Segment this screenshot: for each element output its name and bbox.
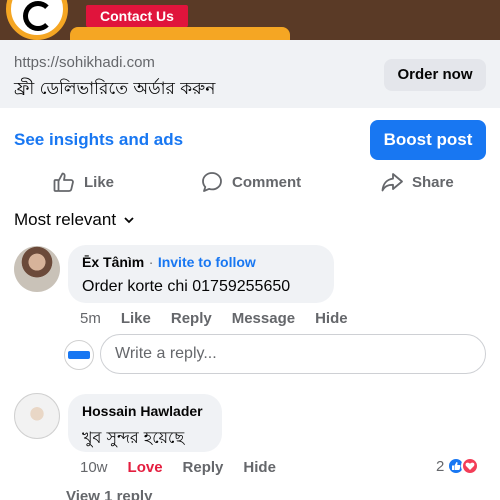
- share-arrow-icon: [381, 173, 403, 192]
- reaction-count: 2: [436, 457, 445, 475]
- reply-input[interactable]: Write a reply...: [100, 334, 486, 374]
- reaction-summary[interactable]: 2: [436, 457, 480, 475]
- brand-logo-mark: [23, 1, 53, 31]
- page-avatar: [64, 340, 94, 370]
- comment-love-button[interactable]: Love: [128, 459, 163, 476]
- comment-author[interactable]: Ēx Tânìm: [82, 254, 144, 270]
- comment-timestamp: 10w: [80, 459, 108, 476]
- link-url: https://sohikhadi.com: [14, 54, 155, 71]
- love-reaction-icon: [461, 457, 480, 475]
- order-now-button[interactable]: Order now: [384, 59, 486, 91]
- comment-reply-button[interactable]: Reply: [171, 310, 212, 327]
- comment-text: Order korte chi 01759255650: [82, 278, 291, 295]
- comment-like-button[interactable]: Like: [121, 310, 151, 327]
- like-button[interactable]: Like: [52, 170, 114, 194]
- comment-message-button[interactable]: Message: [232, 310, 295, 327]
- separator-dot: ·: [148, 254, 154, 270]
- share-button[interactable]: Share: [380, 170, 454, 194]
- boost-post-button[interactable]: Boost post: [370, 120, 486, 160]
- thumbs-up-icon: [53, 172, 74, 192]
- ad-banner[interactable]: Contact Us: [0, 0, 500, 40]
- comment-meta-row: 5m Like Reply Message Hide: [80, 310, 348, 327]
- invite-to-follow-link[interactable]: Invite to follow: [158, 254, 256, 270]
- comment-reply-button[interactable]: Reply: [183, 459, 224, 476]
- brand-logo: [6, 0, 68, 40]
- page-logo-mark: [68, 351, 90, 359]
- chevron-down-icon: [124, 217, 134, 224]
- comment-bubble: Ēx Tânìm · Invite to follow Order korte …: [68, 245, 334, 303]
- sort-label: Most relevant: [14, 210, 117, 229]
- commenter-avatar[interactable]: [14, 393, 60, 439]
- see-insights-link[interactable]: See insights and ads: [14, 130, 183, 150]
- comment-text: খুব সুন্দর হয়েছে: [82, 428, 185, 447]
- post-action-bar: Like Comment Share: [0, 162, 500, 200]
- comment-hide-button[interactable]: Hide: [315, 310, 348, 327]
- banner-strip: [70, 27, 290, 40]
- comment-bubble: Hossain Hawlader খুব সুন্দর হয়েছে: [68, 394, 222, 452]
- share-label: Share: [412, 173, 454, 191]
- link-headline: ফ্রী ডেলিভারিতে অর্ডার করুন: [14, 79, 216, 99]
- view-replies-link[interactable]: View 1 reply: [66, 488, 152, 500]
- comment-label: Comment: [232, 173, 302, 191]
- like-label: Like: [84, 173, 115, 191]
- commenter-avatar[interactable]: [14, 246, 60, 292]
- comment-author[interactable]: Hossain Hawlader: [82, 403, 208, 419]
- comment-timestamp: 5m: [80, 310, 101, 327]
- comment-sort-dropdown[interactable]: Most relevant: [14, 210, 136, 230]
- comment-meta-row: 10w Love Reply Hide: [80, 459, 276, 476]
- banner-contact-label: Contact Us: [86, 5, 188, 27]
- comment-bubble-icon: [202, 172, 222, 192]
- comment-button[interactable]: Comment: [200, 170, 301, 194]
- comment-hide-button[interactable]: Hide: [243, 459, 276, 476]
